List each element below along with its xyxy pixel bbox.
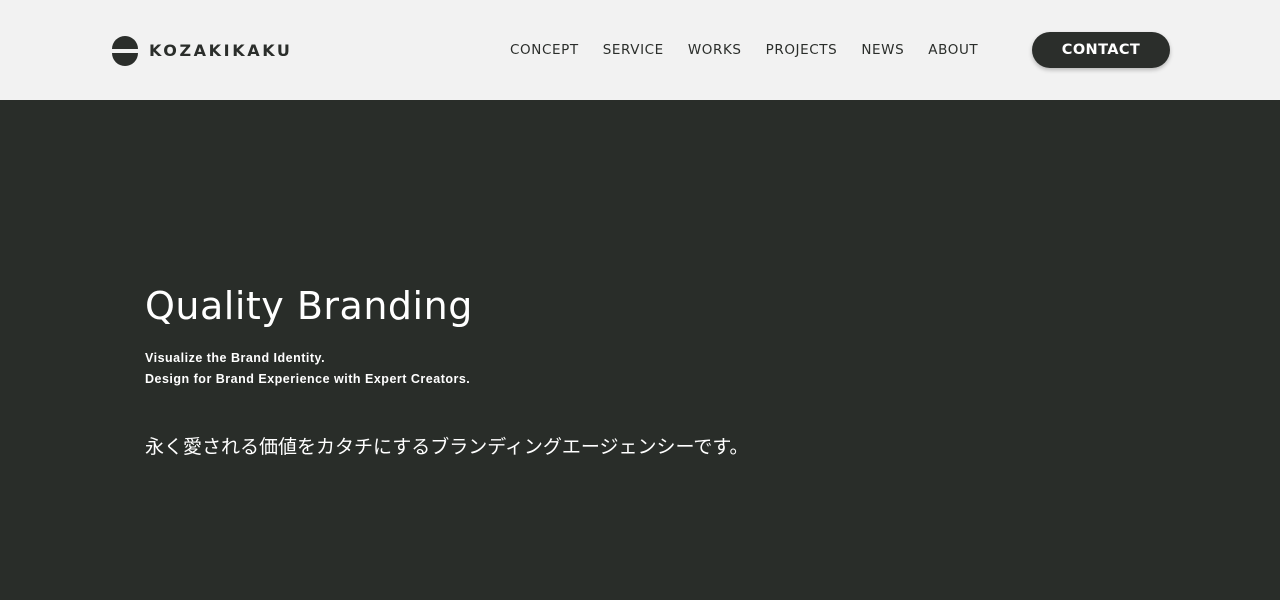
logo-link[interactable]: KOZAKIKAKU — [111, 35, 293, 66]
nav-item-works[interactable]: WORKS — [688, 40, 742, 60]
logo-text: KOZAKIKAKU — [149, 41, 293, 60]
nav-item-about[interactable]: ABOUT — [928, 40, 978, 60]
hero-subtitle: Visualize the Brand Identity. Design for… — [145, 348, 470, 390]
hero-subtitle-line-2: Design for Brand Experience with Expert … — [145, 372, 471, 386]
page: KOZAKIKAKU CONCEPT SERVICE WORKS PROJECT… — [0, 0, 1280, 600]
hero-subtitle-line-1: Visualize the Brand Identity. — [145, 351, 326, 365]
hero-title: Quality Branding — [145, 284, 473, 328]
site-header: KOZAKIKAKU CONCEPT SERVICE WORKS PROJECT… — [0, 0, 1280, 100]
nav-item-concept[interactable]: CONCEPT — [510, 40, 579, 60]
hero-tagline-jp: 永く愛される価値をカタチにするブランディングエージェンシーです。 — [145, 436, 749, 458]
logo-mark-icon — [112, 35, 138, 66]
contact-button[interactable]: CONTACT — [1032, 32, 1170, 68]
nav-item-news[interactable]: NEWS — [861, 40, 904, 60]
nav-item-projects[interactable]: PROJECTS — [766, 40, 838, 60]
main-nav: CONCEPT SERVICE WORKS PROJECTS NEWS ABOU… — [510, 40, 978, 60]
nav-item-service[interactable]: SERVICE — [603, 40, 664, 60]
